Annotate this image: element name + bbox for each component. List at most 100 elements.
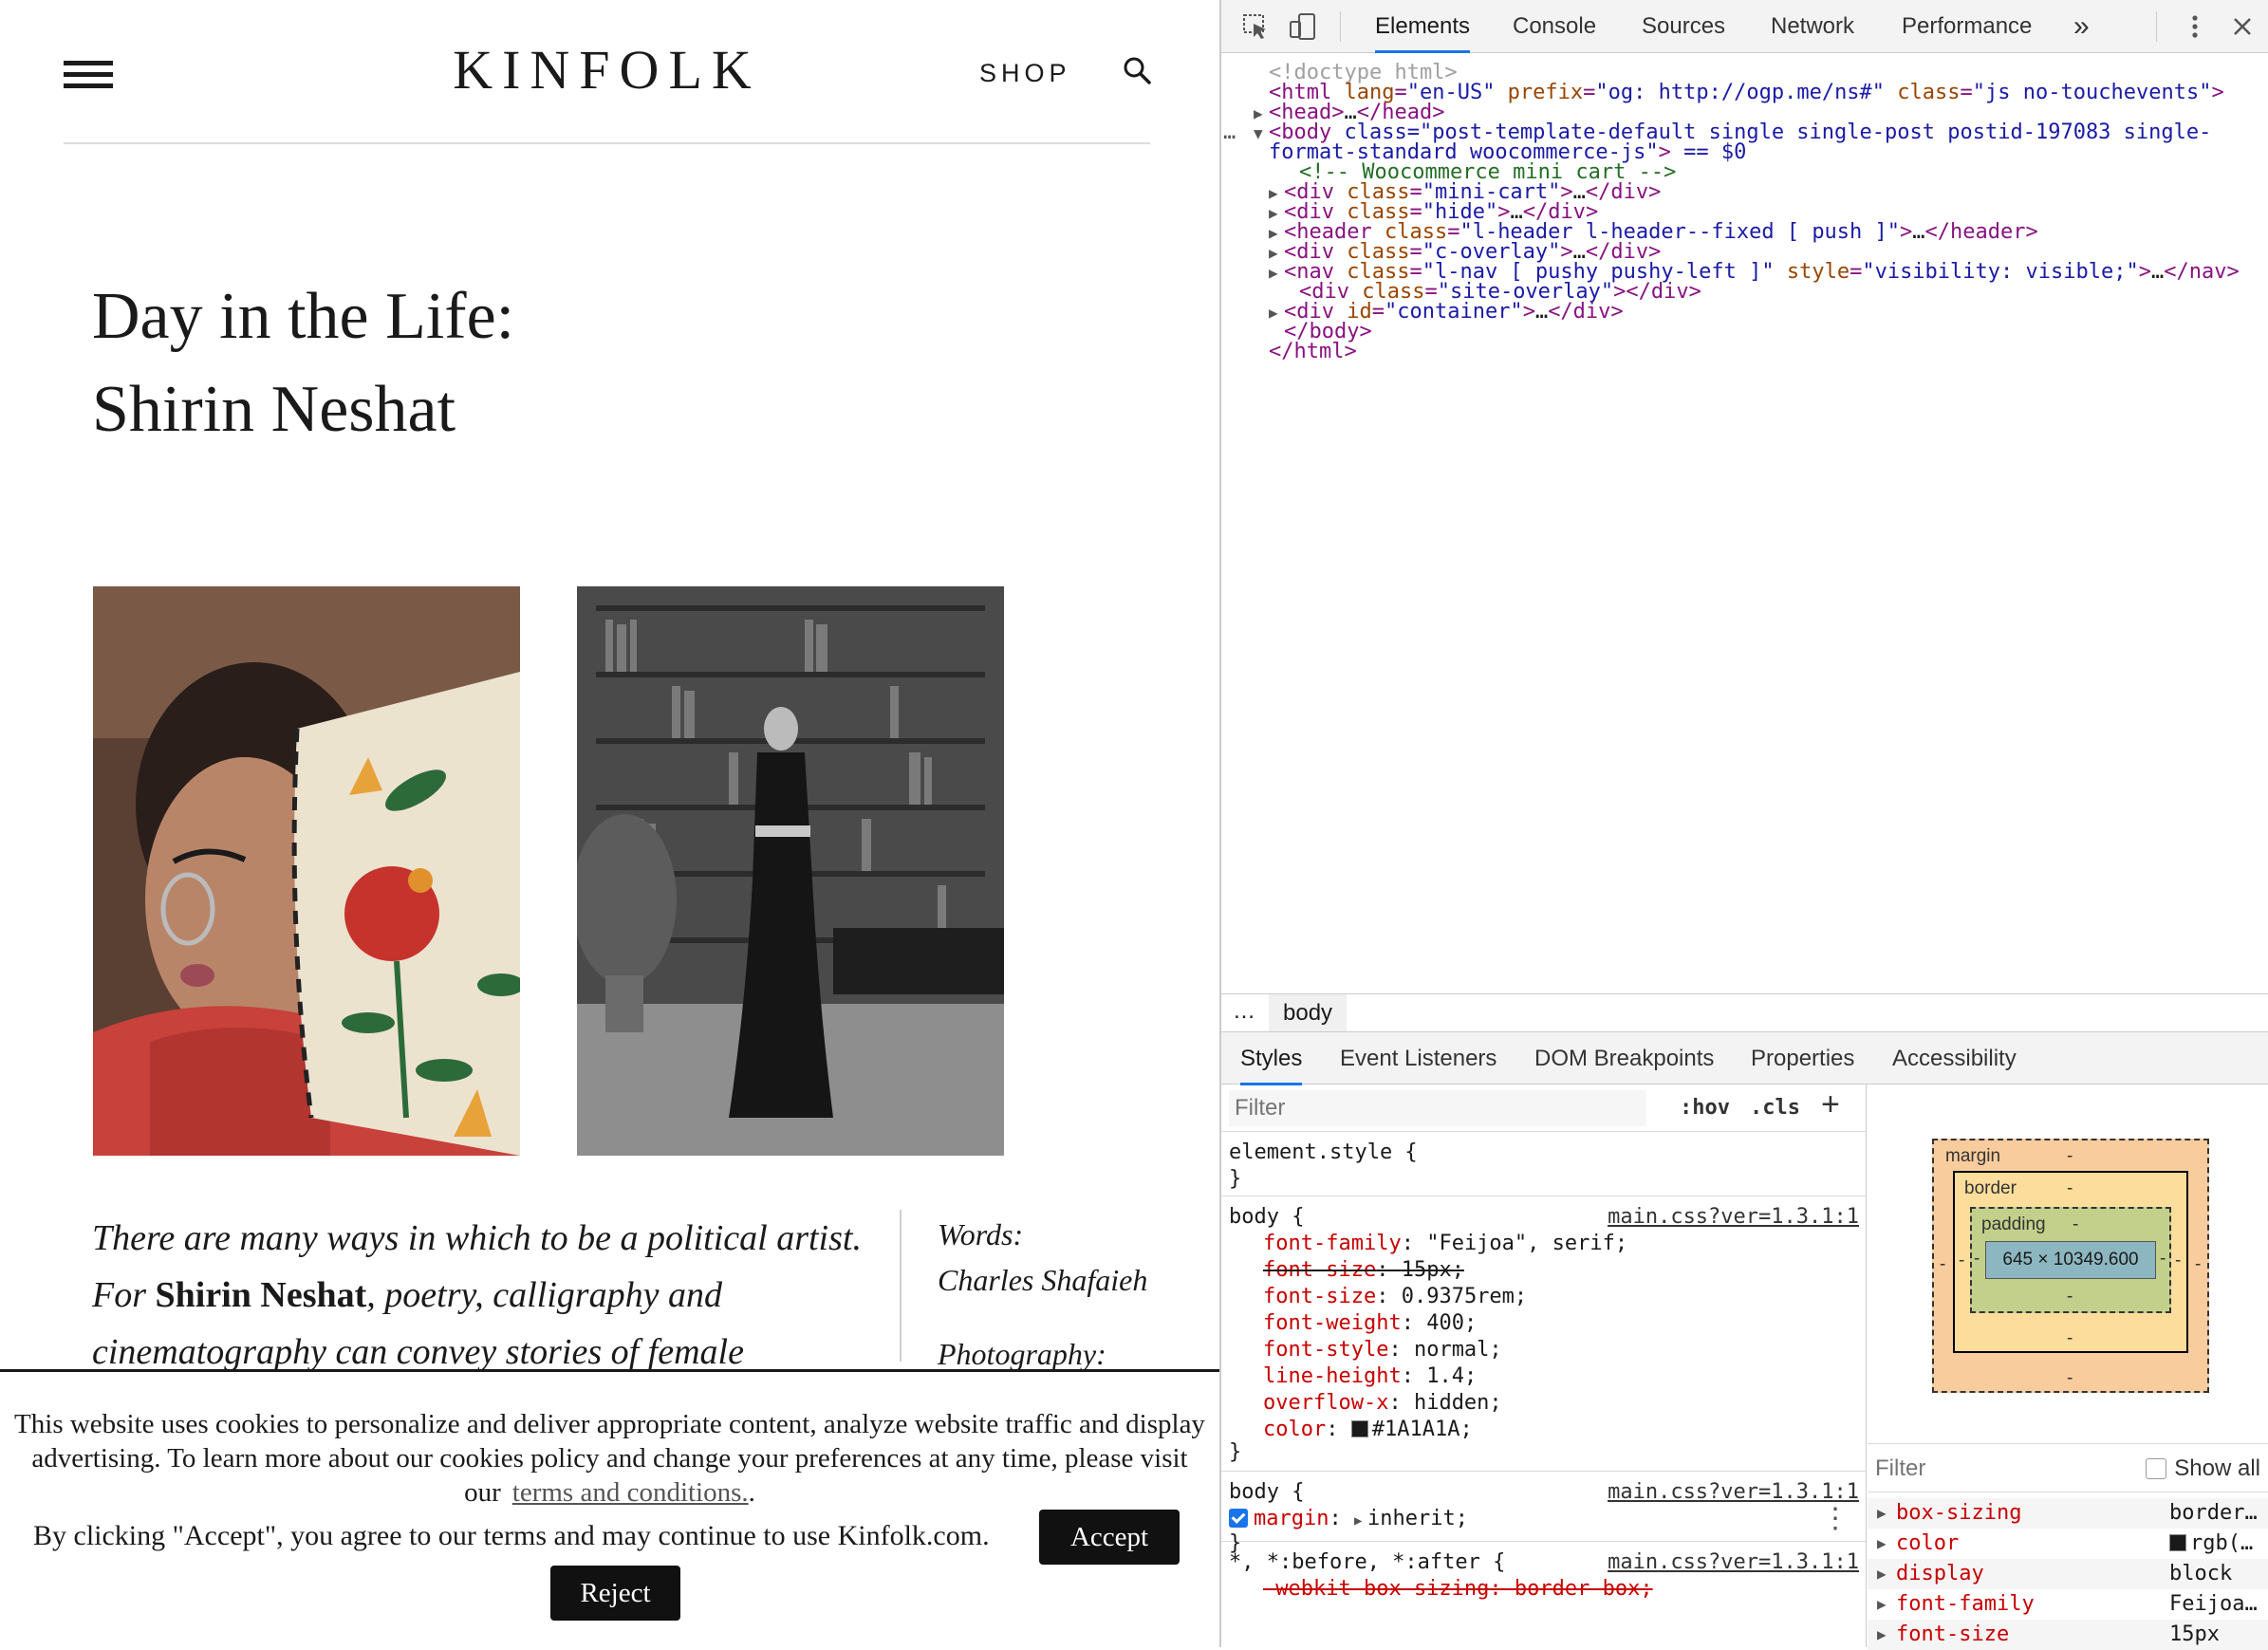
expand-triangle-icon[interactable]: ▶ [1877, 1559, 1892, 1589]
class-toggle[interactable]: .cls [1750, 1090, 1800, 1126]
computed-filter-input[interactable] [1873, 1452, 2120, 1486]
expand-triangle-icon[interactable]: ▶ [1269, 223, 1284, 243]
expand-triangle-icon[interactable]: ▶ [1354, 1508, 1367, 1534]
property-value: inherit; [1366, 1507, 1468, 1530]
expand-triangle-icon[interactable]: ▶ [1877, 1620, 1892, 1650]
hover-state-toggle[interactable]: :hov [1680, 1090, 1730, 1126]
show-all-toggle[interactable]: Show all [2146, 1455, 2260, 1482]
webkit-box-sizing-property[interactable]: -webkit-box-sizing: border-box; [1263, 1576, 1653, 1603]
rule-source-link[interactable]: main.css?ver=1.3.1:1 [1608, 1549, 1859, 1576]
tab-console[interactable]: Console [1513, 0, 1596, 53]
property-checkbox[interactable] [1229, 1509, 1248, 1528]
rule-selector[interactable]: body { [1229, 1204, 1304, 1231]
expand-triangle-icon[interactable]: ▶ [1269, 303, 1284, 323]
device-icon-graphic [1290, 13, 1315, 40]
computed-property-font-family[interactable]: ▶ font-family Feijoa… [1868, 1589, 2268, 1620]
computed-filter-row: Show all [1868, 1443, 2268, 1492]
css-property-font-weight[interactable]: font-weight: 400; [1263, 1310, 1477, 1337]
padding-bottom-value[interactable]: - [2067, 1287, 2073, 1307]
accept-button[interactable]: Accept [1039, 1510, 1180, 1565]
box-model-margin[interactable]: margin - - - - border - - - - padding - … [1932, 1139, 2209, 1393]
computed-property-box-sizing[interactable]: ▶ box-sizing border… [1868, 1498, 2268, 1529]
css-property-font-family[interactable]: font-family: "Feijoa", serif; [1263, 1231, 1627, 1257]
new-rule-icon[interactable]: + [1821, 1086, 1840, 1123]
rule-source-link[interactable]: main.css?ver=1.3.1:1 [1608, 1204, 1859, 1231]
article-credits: Words: Charles Shafaieh Photography: [938, 1212, 1147, 1377]
expand-triangle-icon[interactable]: ▶ [1269, 203, 1284, 223]
border-bottom-value[interactable]: - [2067, 1328, 2073, 1349]
shop-link[interactable]: SHOP [979, 59, 1071, 88]
margin-bottom-value[interactable]: - [2067, 1368, 2073, 1389]
more-tabs-icon[interactable]: » [2073, 0, 2090, 53]
search-icon-graphic [1124, 57, 1151, 84]
css-property-color[interactable]: color: #1A1A1A; [1263, 1417, 1473, 1443]
lede-artist-name: Shirin Neshat [155, 1275, 367, 1315]
rule-selector[interactable]: *, *:before, *:after { [1229, 1549, 1505, 1576]
breadcrumb-ellipsis[interactable]: … [1233, 998, 1255, 1025]
element-style-rule: element.style { } [1221, 1132, 1866, 1196]
tab-elements[interactable]: Elements [1375, 0, 1471, 53]
margin-property[interactable]: margin: ▶ inherit; [1229, 1506, 1468, 1534]
terms-link[interactable]: terms and conditions. [512, 1477, 749, 1508]
box-model-content[interactable]: 645 × 10349.600 [1985, 1241, 2156, 1279]
padding-left-value[interactable]: - [1974, 1249, 1980, 1270]
reject-button[interactable]: Reject [550, 1566, 680, 1621]
tab-performance[interactable]: Performance [1902, 0, 2032, 53]
tab-event-listeners[interactable]: Event Listeners [1340, 1032, 1497, 1085]
tab-accessibility[interactable]: Accessibility [1892, 1032, 2017, 1085]
menu-icon[interactable] [64, 61, 113, 89]
computed-property-font-size[interactable]: ▶ font-size 15px [1868, 1620, 2268, 1650]
expand-triangle-icon[interactable]: ▶ [1269, 183, 1284, 203]
close-icon[interactable] [2227, 11, 2258, 42]
box-model-padding[interactable]: padding - - - - 645 × 10349.600 [1970, 1207, 2171, 1313]
padding-right-value[interactable]: - [2160, 1249, 2166, 1270]
kebab-menu-icon[interactable] [2180, 11, 2210, 42]
margin-top-value[interactable]: - [2067, 1146, 2073, 1167]
margin-right-value[interactable]: - [2195, 1254, 2201, 1275]
expand-triangle-icon[interactable]: ▼ [1254, 123, 1269, 143]
border-right-value[interactable]: - [2175, 1251, 2181, 1271]
tab-sources[interactable]: Sources [1642, 0, 1725, 53]
rule-options-icon[interactable]: ⋮ [1821, 1505, 1850, 1533]
expand-triangle-icon[interactable]: ▶ [1269, 243, 1284, 263]
tab-dom-breakpoints[interactable]: DOM Breakpoints [1534, 1032, 1714, 1085]
box-model-border[interactable]: border - - - - padding - - - - 645 × 103… [1953, 1171, 2188, 1353]
color-swatch[interactable] [1350, 1420, 1368, 1437]
computed-property-color[interactable]: ▶ color rgb(… [1868, 1529, 2268, 1559]
computed-property-display[interactable]: ▶ display block [1868, 1559, 2268, 1589]
tab-network[interactable]: Network [1771, 0, 1854, 53]
article-lede: There are many ways in which to be a pol… [92, 1210, 880, 1381]
rule-selector[interactable]: body { [1229, 1479, 1304, 1506]
expand-triangle-icon[interactable]: ▶ [1269, 263, 1284, 283]
dom-tree: <!doctype html> <html lang="en-US" prefix… [1223, 61, 2240, 363]
tab-styles[interactable]: Styles [1240, 1032, 1303, 1085]
kinfolk-logo[interactable]: KINFOLK [453, 39, 761, 101]
breadcrumb-body[interactable]: body [1269, 994, 1348, 1032]
expand-triangle-icon[interactable]: ▶ [1254, 103, 1269, 123]
padding-top-value[interactable]: - [2073, 1214, 2078, 1235]
tab-properties[interactable]: Properties [1751, 1032, 1854, 1085]
title-line-2: Shirin Neshat [92, 373, 456, 446]
show-all-label: Show all [2174, 1455, 2260, 1481]
css-property-font-size[interactable]: font-size: 0.9375rem; [1263, 1284, 1527, 1310]
css-property-font-size[interactable]: font-size: 15px; [1263, 1257, 1464, 1284]
border-left-value[interactable]: - [1959, 1251, 1964, 1271]
margin-left-value[interactable]: - [1940, 1254, 1945, 1275]
expand-triangle-icon[interactable]: ▶ [1877, 1498, 1892, 1529]
border-top-value[interactable]: - [2067, 1178, 2073, 1199]
device-toolbar-icon[interactable] [1288, 11, 1318, 42]
menu-bar [64, 83, 113, 88]
credits-divider [900, 1210, 902, 1362]
search-icon[interactable] [1122, 55, 1160, 93]
expand-triangle-icon[interactable]: ▶ [1877, 1589, 1892, 1620]
inspect-element-icon[interactable] [1240, 11, 1271, 42]
css-property-overflow-x[interactable]: overflow-x: hidden; [1263, 1390, 1502, 1417]
css-property-font-style[interactable]: font-style: normal; [1263, 1337, 1502, 1363]
styles-filter-input[interactable] [1229, 1090, 1646, 1126]
expand-triangle-icon[interactable]: ▶ [1877, 1529, 1892, 1559]
inspect-icon-graphic [1243, 14, 1266, 39]
css-property-line-height[interactable]: line-height: 1.4; [1263, 1363, 1477, 1390]
element-style-selector[interactable]: element.style { [1229, 1140, 1418, 1166]
show-all-checkbox[interactable] [2146, 1458, 2167, 1479]
devtools-panel: Elements Console Sources Network Perform… [1219, 0, 2268, 1650]
